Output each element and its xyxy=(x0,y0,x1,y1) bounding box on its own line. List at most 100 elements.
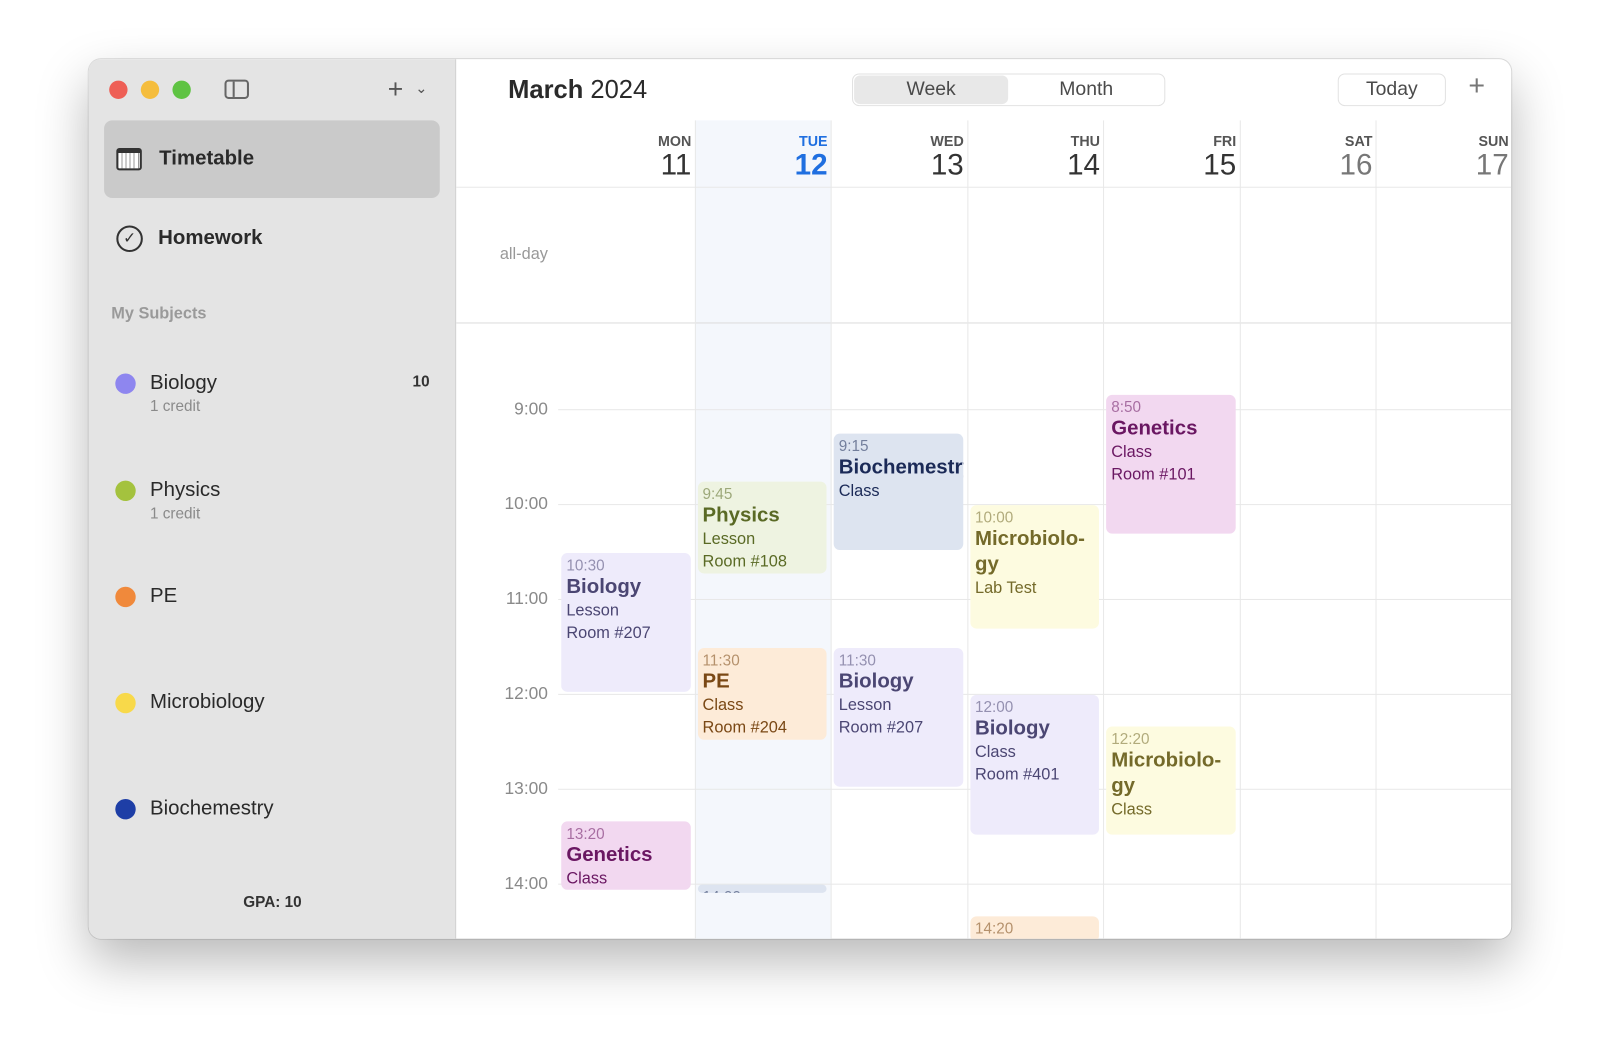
subject-name: Microbiology xyxy=(149,690,265,714)
event-detail: Room #204 xyxy=(702,718,787,737)
event-time: 12:00 xyxy=(974,698,1014,717)
event-time: 13:20 xyxy=(566,825,605,843)
day-header-fri[interactable]: FRI 15 xyxy=(1103,133,1236,186)
event-time: 9:45 xyxy=(702,485,733,503)
calendar-main: March 2024 Week Month Today + all-day MON… xyxy=(456,59,1512,939)
allday-label: all-day xyxy=(499,245,548,264)
day-of-week: SUN xyxy=(1478,132,1509,149)
event-microbiology[interactable]: 12:20 Microbiolo-gy Class xyxy=(1106,726,1236,835)
year-label: 2024 xyxy=(590,75,648,105)
event-detail: Room #101 xyxy=(1111,465,1196,484)
event-time: 11:30 xyxy=(838,651,876,669)
sidebar-item-label: Timetable xyxy=(159,146,255,170)
subject-item-pe[interactable]: PE xyxy=(104,584,440,648)
chevron-down-icon[interactable]: ⌄ xyxy=(415,80,427,97)
view-switcher: Week Month xyxy=(852,73,1166,107)
sidebar-item-timetable[interactable]: Timetable xyxy=(104,120,440,198)
event-title: PE xyxy=(702,669,730,693)
event-genetics[interactable]: 8:50 Genetics Class Room #101 xyxy=(1106,394,1236,534)
calendar-icon xyxy=(116,147,142,171)
event-time: 10:00 xyxy=(974,509,1014,527)
subject-credits: 1 credit xyxy=(149,397,201,416)
event-title: Biology xyxy=(838,669,914,693)
subject-color-dot xyxy=(115,586,136,608)
day-number: 12 xyxy=(794,148,828,182)
event-detail: Class xyxy=(702,696,744,714)
event-biology[interactable]: 10:30 Biology Lesson Room #207 xyxy=(561,552,691,692)
day-number: 11 xyxy=(660,148,692,182)
day-header-sat[interactable]: SAT 16 xyxy=(1239,133,1373,186)
subject-item-biology[interactable]: Biology 1 credit 10 xyxy=(104,371,440,434)
sidebar: + ⌄ Timetable ✓ Homework My Subjects Bio… xyxy=(88,59,457,939)
subject-color-dot xyxy=(115,480,136,502)
hour-line xyxy=(558,409,1512,411)
column-divider xyxy=(1239,120,1241,939)
column-divider xyxy=(830,120,832,939)
event-time: 8:50 xyxy=(1111,398,1142,416)
event-biology[interactable]: 11:30 Biology Lesson Room #207 xyxy=(833,647,963,787)
event-biochemestry[interactable]: 14:00Biochemestry xyxy=(697,884,827,893)
event-physics[interactable]: 9:45 Physics Lesson Room #108 xyxy=(697,481,827,574)
event-title: Biochemestry xyxy=(838,456,963,479)
day-of-week: MON xyxy=(657,132,692,149)
subject-color-dot xyxy=(115,798,136,820)
day-number: 16 xyxy=(1339,148,1373,182)
sidebar-item-homework[interactable]: ✓ Homework xyxy=(104,212,440,265)
day-of-week: THU xyxy=(1070,132,1100,149)
zoom-window-button[interactable] xyxy=(172,80,191,99)
event-time: 9:15 xyxy=(838,438,869,456)
sidebar-item-label: Homework xyxy=(158,226,263,249)
day-header-tue[interactable]: TUE 12 xyxy=(694,132,828,186)
hour-label: 9:00 xyxy=(514,398,548,419)
event-time: 12:20 xyxy=(1111,730,1150,748)
tab-month[interactable]: Month xyxy=(1009,76,1163,105)
day-number: 13 xyxy=(930,148,964,182)
event-title: Genetics xyxy=(566,843,653,867)
event-biology[interactable]: 12:00 Biology Class Room #401 xyxy=(969,694,1099,835)
header-divider xyxy=(456,186,1512,188)
add-icon[interactable]: + xyxy=(388,73,403,105)
event-biochemestry[interactable]: 9:15 Biochemestry Class xyxy=(833,433,963,550)
today-button[interactable]: Today xyxy=(1337,73,1446,107)
minimize-window-button[interactable] xyxy=(140,80,160,99)
day-header-mon[interactable]: MON 11 xyxy=(558,133,691,186)
event-time: 10:30 xyxy=(566,556,605,574)
event-title: Biology xyxy=(974,717,1050,740)
event-detail: Class xyxy=(838,482,880,501)
event-title: Biology xyxy=(566,574,642,598)
tab-week[interactable]: Week xyxy=(854,75,1009,105)
event-detail: Lab Test xyxy=(974,579,1037,597)
subject-name: Physics xyxy=(149,478,221,502)
day-header-wed[interactable]: WED 13 xyxy=(831,133,964,186)
subject-name: PE xyxy=(149,584,178,608)
day-header-sun[interactable]: SUN 17 xyxy=(1375,132,1509,186)
close-window-button[interactable] xyxy=(109,80,128,99)
event-pe[interactable]: 11:30 PE Class Room #204 xyxy=(697,647,827,740)
subject-name: Biochemestry xyxy=(149,796,274,820)
event-detail: Class xyxy=(1111,801,1153,819)
column-divider xyxy=(1375,120,1377,939)
allday-divider xyxy=(456,322,1512,324)
section-title: My Subjects xyxy=(111,305,207,323)
sidebar-toggle-icon[interactable] xyxy=(224,79,249,99)
event-detail: Class xyxy=(1111,443,1153,461)
column-divider xyxy=(1103,120,1105,939)
subject-item-biochemestry[interactable]: Biochemestry xyxy=(104,796,440,860)
page-title: March 2024 xyxy=(508,76,647,106)
event-title: Physics xyxy=(702,503,780,527)
subject-item-microbiology[interactable]: Microbiology xyxy=(104,690,440,754)
day-of-week: TUE xyxy=(798,132,828,149)
day-number: 17 xyxy=(1475,148,1509,182)
column-divider xyxy=(966,120,968,939)
event-detail: Room #207 xyxy=(566,623,651,642)
event-detail: Lesson xyxy=(838,696,892,714)
day-header-thu[interactable]: THU 14 xyxy=(967,133,1100,186)
subject-item-physics[interactable]: Physics 1 credit xyxy=(104,478,440,542)
event-microbiology[interactable]: 10:00 Microbiolo-gy Lab Test xyxy=(969,505,1099,629)
day-number: 15 xyxy=(1203,148,1237,182)
subject-name: Biology xyxy=(149,371,217,394)
month-label: March xyxy=(508,75,584,105)
add-event-button[interactable]: + xyxy=(1468,69,1485,102)
event-genetics[interactable]: 13:20 Genetics Class xyxy=(561,821,691,890)
event-pe[interactable]: 14:20 xyxy=(969,916,1099,939)
